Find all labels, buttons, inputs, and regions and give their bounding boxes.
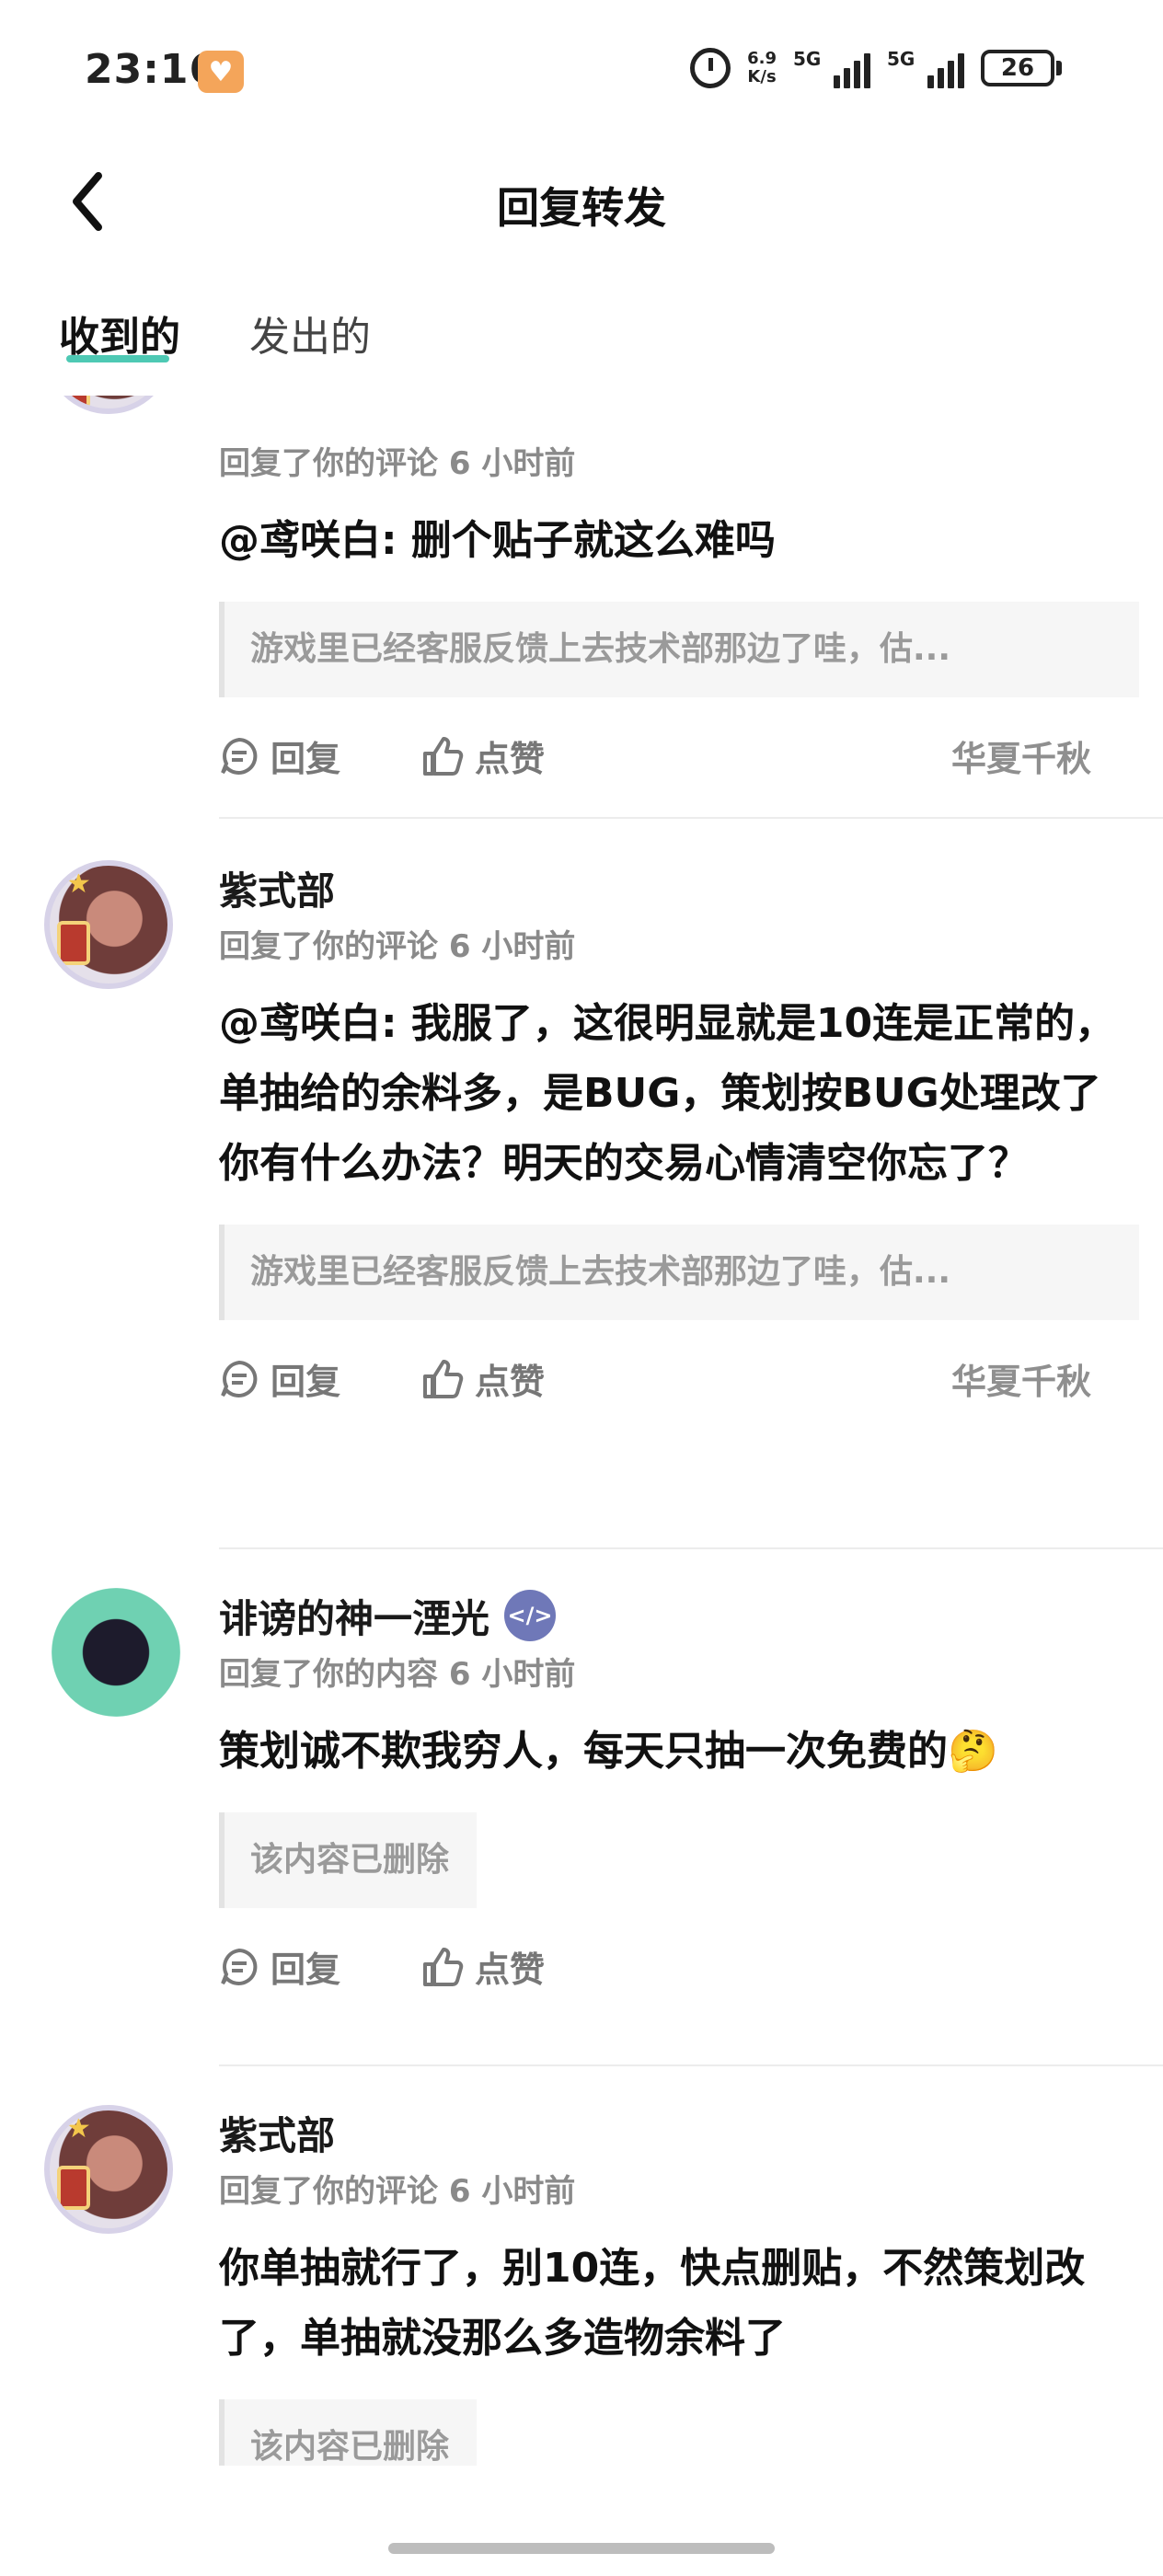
comment-icon [221,1948,258,1985]
battery-icon: 26 [981,50,1062,86]
network-speed-value: 6.9 [747,49,777,68]
reply-feed[interactable]: 回复了你的评论 6 小时前 @鸢咲白: 删个贴子就这么难吗 游戏里已经客服反馈上… [0,396,1163,2466]
network-speed-unit: K/s [747,67,777,86]
like-label: 点赞 [475,1949,546,1990]
reply-text[interactable]: @鸢咲白: 我服了，这很明显就是10连是正常的，单抽给的余料多，是BUG，策划按… [219,989,1139,1199]
divider [219,1547,1163,1549]
home-indicator[interactable] [388,2543,775,2554]
username[interactable]: 诽谤的神一湮光 </> [219,1588,1139,1643]
like-button[interactable]: 点赞 [421,1353,545,1404]
thumbs-up-icon [423,1947,464,1986]
status-indicators: 6.9 K/s 5G 5G 26 [690,48,1062,88]
signal-generation-label-2: 5G [887,48,915,70]
active-tab-indicator [66,355,169,362]
reply-button[interactable]: 回复 [219,1353,340,1404]
reply-label: 回复 [271,1362,341,1402]
source-game-label[interactable]: 华夏千秋 [951,1353,1091,1404]
quoted-comment[interactable]: 该内容已删除 [219,2399,477,2466]
alarm-icon [690,48,731,88]
page-title: 回复转发 [497,183,666,233]
tab-received[interactable]: 收到的 [59,304,180,368]
creator-badge-icon: </> [504,1590,557,1641]
reply-text[interactable]: 策划诚不欺我穷人，每天只抽一次免费的🤔 [219,1717,1139,1787]
like-label: 点赞 [475,1362,546,1402]
signal-strength-icon-2: 5G [887,48,964,88]
like-button[interactable]: 点赞 [421,1941,545,1992]
reply-meta: 回复了你的内容 6 小时前 [219,1656,576,1693]
reply-label: 回复 [271,739,341,779]
tab-bar: 收到的 发出的 [59,304,371,368]
like-label: 点赞 [475,739,546,779]
tab-sent[interactable]: 发出的 [249,304,371,368]
username[interactable]: 紫式部 [219,860,1139,915]
quoted-comment[interactable]: 游戏里已经客服反馈上去技术部那边了哇，估... [219,602,1139,697]
reply-text[interactable]: @鸢咲白: 删个贴子就这么难吗 [219,506,1139,576]
avatar[interactable] [44,396,173,414]
avatar[interactable]: ★ [44,860,173,989]
reply-meta: 回复了你的评论 6 小时前 [219,2173,576,2210]
username[interactable] [219,396,1139,432]
top-app-bar: 回复转发 [0,156,1163,248]
quoted-comment[interactable]: 该内容已删除 [219,1812,477,1908]
reply-button[interactable]: 回复 [219,730,340,781]
tab-received-label: 收到的 [59,314,180,361]
comment-icon [221,737,258,775]
avatar[interactable]: ★ [44,2105,173,2234]
reply-label: 回复 [271,1949,341,1990]
thumbs-up-icon [423,1359,464,1398]
reply-button[interactable]: 回复 [219,1941,340,1992]
heart-notification-icon: ♥ [198,51,244,93]
quoted-comment[interactable]: 游戏里已经客服反馈上去技术部那边了哇，估... [219,1225,1139,1320]
reply-text[interactable]: 你单抽就行了，别10连，快点删贴，不然策划改了，单抽就没那么多造物余料了 [219,2234,1139,2374]
network-speed: 6.9 K/s [747,50,777,86]
divider [219,817,1163,819]
battery-level: 26 [1000,54,1035,82]
reply-actions: 回复 点赞 [219,1941,1139,2006]
tab-sent-label: 发出的 [249,314,371,361]
source-game-label[interactable]: 华夏千秋 [951,730,1091,781]
reply-actions: 回复 点赞 华夏千秋 [219,1353,1139,1418]
comment-icon [221,1360,258,1397]
like-button[interactable]: 点赞 [421,730,545,781]
thumbs-up-icon [423,736,464,776]
avatar[interactable] [52,1588,180,1717]
reply-actions: 回复 点赞 华夏千秋 [219,730,1139,795]
signal-strength-icon: 5G [793,48,870,88]
signal-generation-label: 5G [793,48,822,70]
username[interactable]: 紫式部 [219,2105,1139,2160]
reply-meta: 回复了你的评论 6 小时前 [219,445,576,482]
status-bar: 23:16 ♥ 6.9 K/s 5G 5G 26 [0,0,1163,138]
divider [219,2064,1163,2066]
reply-meta: 回复了你的评论 6 小时前 [219,928,576,965]
username-text: 诽谤的神一湮光 [219,1595,490,1641]
